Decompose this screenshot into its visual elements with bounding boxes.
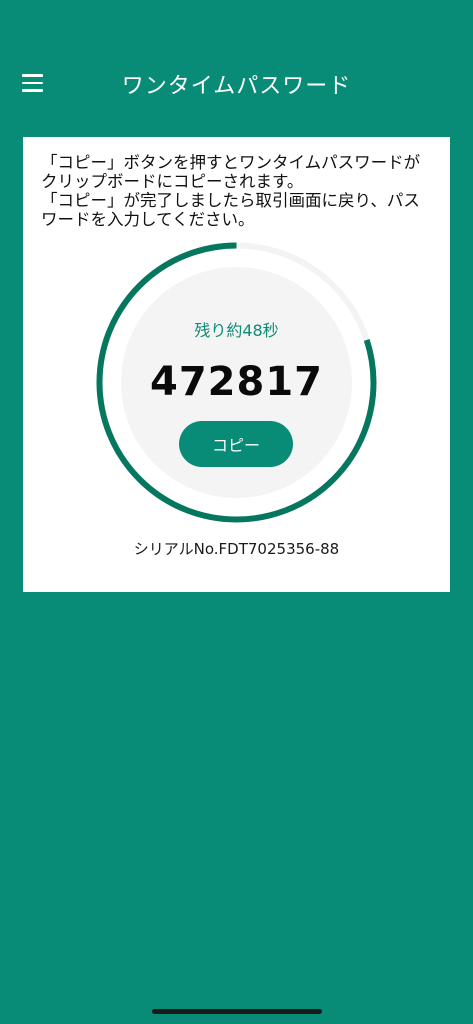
instructions-line-1: 「コピー」ボタンを押すとワンタイムパスワードがクリップボードにコピーされます。 [41,153,421,191]
app-header: ワンタイムパスワード [0,56,473,110]
serial-number: シリアルNo.FDT7025356-88 [133,540,340,558]
page-title: ワンタイムパスワード [121,74,352,99]
time-remaining-label: 残り約48秒 [194,321,279,340]
otp-screen: ワンタイムパスワード 「コピー」ボタンを押すとワンタイムパスワードがクリップボー… [0,0,473,1024]
otp-card: 「コピー」ボタンを押すとワンタイムパスワードがクリップボードにコピーされます。 … [23,137,450,592]
home-indicator[interactable] [152,1009,322,1014]
copy-button[interactable]: コピー [179,421,293,467]
hamburger-menu-icon [21,89,43,92]
countdown-timer: 残り約48秒 472817 コピー [95,241,378,524]
hamburger-menu-icon [21,74,43,77]
menu-button[interactable] [14,66,50,100]
otp-code: 472817 [150,359,323,405]
hamburger-menu-icon [21,81,43,85]
instructions-text: 「コピー」ボタンを押すとワンタイムパスワードがクリップボードにコピーされます。 … [41,153,435,229]
instructions-line-2: 「コピー」が完了しましたら取引画面に戻り、パスワードを入力してください。 [41,191,420,229]
